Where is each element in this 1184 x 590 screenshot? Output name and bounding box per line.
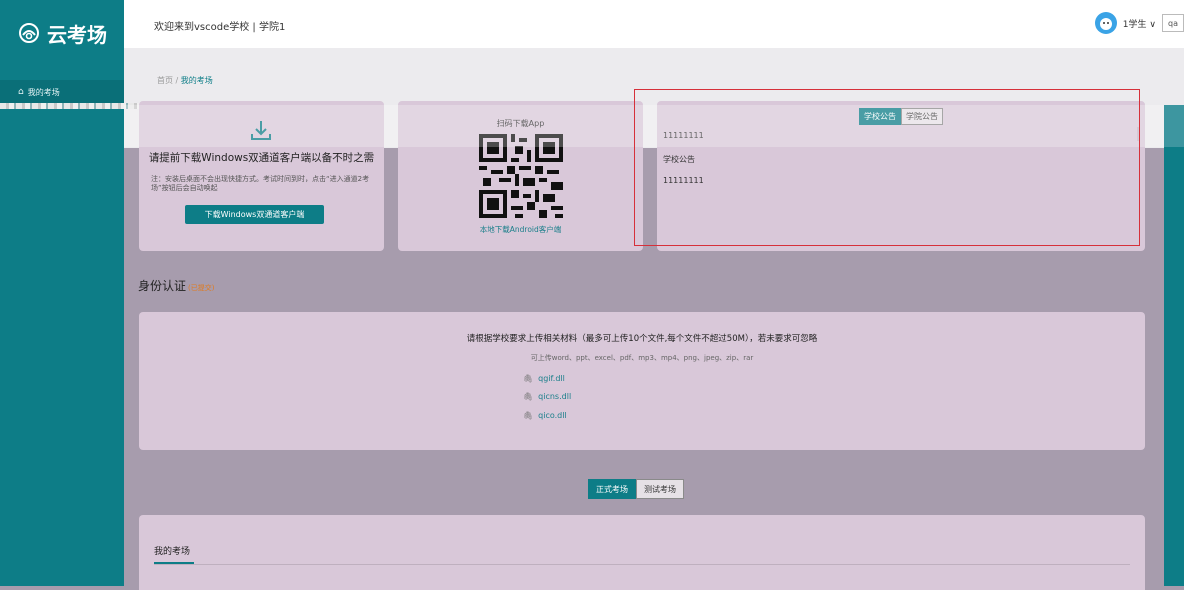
uploaded-file[interactable]: 🖇 qico.dll bbox=[523, 411, 567, 420]
file-name: qico.dll bbox=[538, 411, 567, 420]
tab-divider bbox=[154, 564, 1130, 565]
download-title: 请提前下载Windows双通道客户端以备不时之需 bbox=[148, 152, 375, 164]
role-dropdown[interactable]: 1学生 ∨ bbox=[1123, 17, 1156, 30]
top-header: 欢迎来到vscode学校 | 学院1 1学生 ∨ qa bbox=[124, 0, 1184, 48]
uploaded-file[interactable]: 🖇 qicns.dll bbox=[523, 392, 571, 401]
breadcrumb-separator: / bbox=[175, 76, 179, 85]
file-name: qicns.dll bbox=[538, 392, 572, 401]
sidebar-item-label: 我的考场 bbox=[27, 87, 60, 97]
breadcrumb: 首页 / 我的考场 bbox=[157, 75, 213, 86]
logo[interactable]: 云考场 bbox=[0, 0, 124, 66]
qr-code-icon bbox=[479, 134, 563, 218]
app-qr-card: 扫码下载App 本地下载Android客户端 bbox=[398, 101, 643, 251]
uploaded-file[interactable]: 🖇 qgif.dll bbox=[523, 374, 565, 383]
status-badge: (已提交) bbox=[188, 284, 215, 292]
search-box[interactable]: qa bbox=[1162, 14, 1184, 32]
tab-my-exams[interactable]: 我的考场 bbox=[154, 544, 190, 557]
upload-card: 请根据学校要求上传相关材料（最多可上传10个文件,每个文件不超过50M），若未要… bbox=[139, 312, 1145, 450]
paperclip-icon: 🖇 bbox=[523, 392, 534, 401]
download-note: 注：安装后桌面不会出现快捷方式。考试时间到时，点击“进入通道2考场”按钮后会自动… bbox=[151, 175, 370, 192]
right-edge-strip-highlight bbox=[1164, 105, 1184, 147]
avatar[interactable] bbox=[1094, 12, 1117, 34]
breadcrumb-home[interactable]: 首页 bbox=[157, 76, 173, 85]
upload-formats: 可上传word、ppt、excel、pdf、mp3、mp4、png、jpeg、z… bbox=[530, 354, 754, 362]
identity-section-title: 身份认证 (已提交) bbox=[138, 277, 214, 294]
breadcrumb-current: 我的考场 bbox=[180, 76, 213, 85]
tab-test-exam[interactable]: 测试考场 bbox=[636, 479, 684, 499]
home-icon: ⌂ bbox=[18, 87, 24, 97]
chevron-down-icon: ∨ bbox=[1149, 19, 1156, 30]
identity-title: 身份认证 bbox=[138, 279, 187, 293]
user-menu[interactable]: 1学生 ∨ qa bbox=[1094, 12, 1184, 34]
download-icon bbox=[251, 121, 271, 140]
render-glitch-strip bbox=[0, 103, 150, 109]
exam-type-tabs: 正式考场 测试考场 bbox=[588, 479, 684, 499]
role-label: 1学生 bbox=[1122, 19, 1147, 30]
right-edge-strip bbox=[1164, 105, 1184, 586]
my-exams-card: 我的考场 bbox=[139, 515, 1145, 590]
logo-text: 云考场 bbox=[47, 22, 107, 47]
paperclip-icon: 🖇 bbox=[523, 374, 534, 383]
highlight-box bbox=[634, 89, 1140, 246]
paperclip-icon: 🖇 bbox=[523, 411, 534, 420]
cloud-logo-icon bbox=[19, 23, 39, 43]
download-windows-client-button[interactable]: 下载Windows双通道客户端 bbox=[185, 205, 324, 224]
download-client-card: 请提前下载Windows双通道客户端以备不时之需 注：安装后桌面不会出现快捷方式… bbox=[139, 101, 384, 251]
file-name: qgif.dll bbox=[538, 374, 565, 383]
tab-formal-exam[interactable]: 正式考场 bbox=[588, 479, 636, 499]
avatar-face-icon bbox=[1099, 18, 1112, 30]
qr-title: 扫码下载App bbox=[496, 119, 545, 128]
active-tab-underline bbox=[154, 562, 194, 564]
sidebar-item-my-exams[interactable]: ⌂ 我的考场 bbox=[0, 80, 124, 104]
welcome-text: 欢迎来到vscode学校 | 学院1 bbox=[154, 22, 286, 33]
android-download-link[interactable]: 本地下载Android客户端 bbox=[398, 224, 643, 235]
upload-instructions: 请根据学校要求上传相关材料（最多可上传10个文件,每个文件不超过50M），若未要… bbox=[466, 334, 818, 344]
